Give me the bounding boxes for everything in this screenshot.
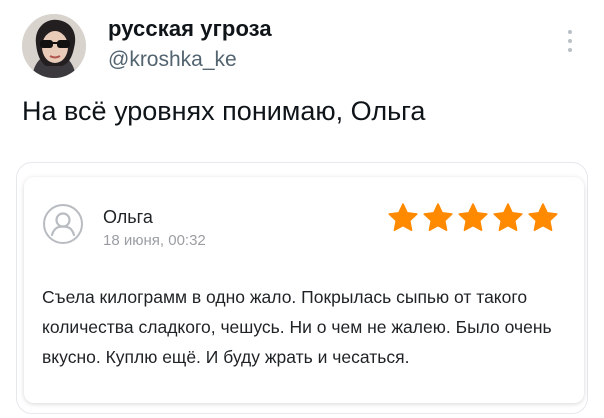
author-display-name[interactable]: русская угроза <box>108 16 272 42</box>
review-date: 18 июня, 00:32 <box>103 232 206 249</box>
star-icon <box>458 203 488 232</box>
star-icon <box>423 203 453 232</box>
tweet-header: русская угроза @kroshka_ke <box>22 14 582 84</box>
author-handle[interactable]: @kroshka_ke <box>108 48 237 72</box>
star-icon <box>388 203 418 232</box>
author-avatar-image <box>22 14 86 78</box>
tweet-text: На всё уровнях понимаю, Ольга <box>22 96 426 126</box>
star-icon <box>528 203 558 232</box>
review-card: Ольга 18 июня, 00:32 Съела килограмм в о… <box>24 177 584 403</box>
reviewer-name: Ольга <box>103 207 153 227</box>
review-text: Съела килограмм в одно жало. Покрылась с… <box>42 287 552 367</box>
star-icon <box>493 203 523 232</box>
rating-stars <box>386 201 560 235</box>
user-placeholder-icon <box>42 203 84 245</box>
more-vertical-icon[interactable] <box>562 26 578 56</box>
author-avatar[interactable] <box>22 14 86 78</box>
